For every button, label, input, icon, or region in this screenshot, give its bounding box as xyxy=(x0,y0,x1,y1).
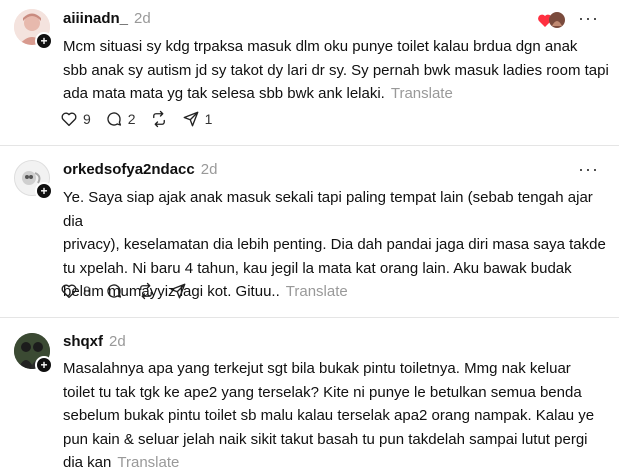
repost-icon xyxy=(152,110,165,128)
heart-icon xyxy=(61,284,77,299)
comment-icon xyxy=(107,112,121,126)
send-icon xyxy=(170,283,186,299)
repost-button[interactable] xyxy=(137,282,155,300)
translate-link[interactable]: Translate xyxy=(117,454,179,471)
post-text: Mcm situasi sy kdg trpaksa masuk dlm oku… xyxy=(63,38,609,102)
follow-plus-icon[interactable]: + xyxy=(35,182,53,200)
username-text[interactable]: orkedsofya2ndacc xyxy=(63,161,195,178)
divider xyxy=(0,145,619,146)
username[interactable]: shqxf 2d xyxy=(63,333,126,350)
follow-plus-icon[interactable]: + xyxy=(35,356,53,374)
post-body: Masalahnya apa yang terkejut sgt bila bu… xyxy=(63,357,613,475)
reactor-avatars[interactable] xyxy=(537,11,567,29)
username-text[interactable]: aiiinadn_ xyxy=(63,10,128,27)
more-icon[interactable]: ··· xyxy=(578,159,599,180)
reply-count: 2 xyxy=(127,111,136,127)
username[interactable]: aiiinadn_ 2d xyxy=(63,10,151,27)
share-count: 1 xyxy=(204,111,213,127)
divider xyxy=(0,317,619,318)
comment-icon xyxy=(107,284,121,298)
post-actions: 9 2 1 xyxy=(60,108,226,130)
username[interactable]: orkedsofya2ndacc 2d xyxy=(63,161,217,178)
more-icon[interactable]: ··· xyxy=(578,8,599,29)
like-button[interactable]: 8 xyxy=(60,282,91,300)
share-button[interactable]: 1 xyxy=(182,110,213,128)
timestamp: 2d xyxy=(200,161,218,178)
repost-icon xyxy=(139,282,152,300)
reply-button[interactable] xyxy=(105,282,123,300)
heart-icon xyxy=(61,112,77,127)
username-text[interactable]: shqxf xyxy=(63,333,103,350)
post-actions: 8 xyxy=(60,280,201,302)
post-body: Mcm situasi sy kdg trpaksa masuk dlm oku… xyxy=(63,35,613,106)
follow-plus-icon[interactable]: + xyxy=(35,32,53,50)
share-button[interactable] xyxy=(169,282,187,300)
translate-link[interactable]: Translate xyxy=(286,283,348,300)
send-icon xyxy=(183,111,199,127)
translate-link[interactable]: Translate xyxy=(391,85,453,102)
repost-button[interactable] xyxy=(150,110,168,128)
reactors-icon xyxy=(538,12,565,28)
like-count: 9 xyxy=(83,111,91,127)
like-count: 8 xyxy=(83,283,91,299)
timestamp: 2d xyxy=(109,333,126,350)
reply-button[interactable]: 2 xyxy=(105,110,136,128)
like-button[interactable]: 9 xyxy=(60,110,91,128)
timestamp: 2d xyxy=(134,10,151,27)
